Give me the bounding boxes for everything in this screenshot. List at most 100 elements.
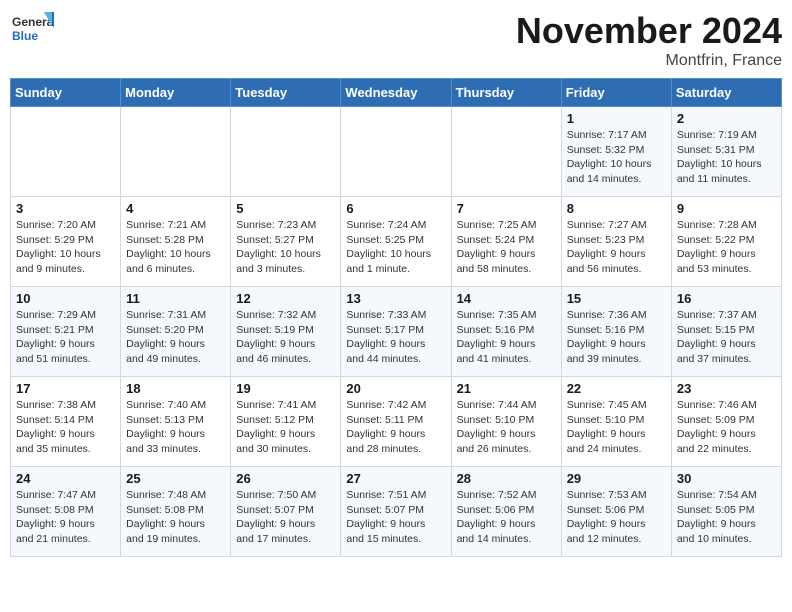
week-row-5: 24 Sunrise: 7:47 AM Sunset: 5:08 PM Dayli… <box>11 467 782 557</box>
calendar-cell: 2 Sunrise: 7:19 AM Sunset: 5:31 PM Daylig… <box>671 107 781 197</box>
calendar-cell: 25 Sunrise: 7:48 AM Sunset: 5:08 PM Dayli… <box>121 467 231 557</box>
day-number: 3 <box>16 201 115 216</box>
day-number: 6 <box>346 201 445 216</box>
calendar-cell: 18 Sunrise: 7:40 AM Sunset: 5:13 PM Dayli… <box>121 377 231 467</box>
day-number: 19 <box>236 381 335 396</box>
calendar-cell: 14 Sunrise: 7:35 AM Sunset: 5:16 PM Dayli… <box>451 287 561 377</box>
calendar-cell: 5Sunrise: 7:23 AM Sunset: 5:27 PM Daylig… <box>231 197 341 287</box>
day-number: 18 <box>126 381 225 396</box>
weekday-header-row: SundayMondayTuesdayWednesdayThursdayFrid… <box>11 79 782 107</box>
day-info: Sunrise: 7:41 AM Sunset: 5:12 PM Dayligh… <box>236 398 335 457</box>
day-number: 10 <box>16 291 115 306</box>
day-number: 25 <box>126 471 225 486</box>
svg-text:Blue: Blue <box>12 29 38 43</box>
day-info: Sunrise: 7:48 AM Sunset: 5:08 PM Dayligh… <box>126 488 225 547</box>
day-info: Sunrise: 7:50 AM Sunset: 5:07 PM Dayligh… <box>236 488 335 547</box>
day-info: Sunrise: 7:37 AM Sunset: 5:15 PM Dayligh… <box>677 308 776 367</box>
day-info: Sunrise: 7:51 AM Sunset: 5:07 PM Dayligh… <box>346 488 445 547</box>
day-number: 30 <box>677 471 776 486</box>
weekday-header-tuesday: Tuesday <box>231 79 341 107</box>
weekday-header-monday: Monday <box>121 79 231 107</box>
day-number: 28 <box>457 471 556 486</box>
day-info: Sunrise: 7:35 AM Sunset: 5:16 PM Dayligh… <box>457 308 556 367</box>
calendar-cell <box>451 107 561 197</box>
month-title: November 2024 <box>516 10 782 52</box>
day-number: 21 <box>457 381 556 396</box>
day-number: 14 <box>457 291 556 306</box>
calendar-cell: 15 Sunrise: 7:36 AM Sunset: 5:16 PM Dayli… <box>561 287 671 377</box>
day-number: 4 <box>126 201 225 216</box>
day-info: Sunrise: 7:45 AM Sunset: 5:10 PM Dayligh… <box>567 398 666 457</box>
day-info: Sunrise: 7:21 AM Sunset: 5:28 PM Dayligh… <box>126 218 225 277</box>
calendar-cell: 30 Sunrise: 7:54 AM Sunset: 5:05 PM Dayli… <box>671 467 781 557</box>
weekday-header-friday: Friday <box>561 79 671 107</box>
weekday-header-sunday: Sunday <box>11 79 121 107</box>
weekday-header-saturday: Saturday <box>671 79 781 107</box>
week-row-3: 10 Sunrise: 7:29 AM Sunset: 5:21 PM Dayli… <box>11 287 782 377</box>
calendar-cell: 24 Sunrise: 7:47 AM Sunset: 5:08 PM Dayli… <box>11 467 121 557</box>
day-number: 27 <box>346 471 445 486</box>
day-number: 13 <box>346 291 445 306</box>
day-info: Sunrise: 7:17 AM Sunset: 5:32 PM Dayligh… <box>567 128 666 187</box>
day-info: Sunrise: 7:36 AM Sunset: 5:16 PM Dayligh… <box>567 308 666 367</box>
calendar-cell: 22 Sunrise: 7:45 AM Sunset: 5:10 PM Dayli… <box>561 377 671 467</box>
day-info: Sunrise: 7:25 AM Sunset: 5:24 PM Dayligh… <box>457 218 556 277</box>
calendar-cell: 27 Sunrise: 7:51 AM Sunset: 5:07 PM Dayli… <box>341 467 451 557</box>
day-info: Sunrise: 7:31 AM Sunset: 5:20 PM Dayligh… <box>126 308 225 367</box>
calendar-table: SundayMondayTuesdayWednesdayThursdayFrid… <box>10 78 782 557</box>
day-number: 16 <box>677 291 776 306</box>
day-number: 24 <box>16 471 115 486</box>
calendar-cell: 19 Sunrise: 7:41 AM Sunset: 5:12 PM Dayli… <box>231 377 341 467</box>
day-info: Sunrise: 7:19 AM Sunset: 5:31 PM Dayligh… <box>677 128 776 187</box>
day-info: Sunrise: 7:52 AM Sunset: 5:06 PM Dayligh… <box>457 488 556 547</box>
calendar-cell: 20Sunrise: 7:42 AM Sunset: 5:11 PM Dayli… <box>341 377 451 467</box>
calendar-cell <box>341 107 451 197</box>
calendar-cell: 11Sunrise: 7:31 AM Sunset: 5:20 PM Dayli… <box>121 287 231 377</box>
title-area: November 2024 Montfrin, France <box>516 10 782 70</box>
calendar-cell: 28 Sunrise: 7:52 AM Sunset: 5:06 PM Dayli… <box>451 467 561 557</box>
day-info: Sunrise: 7:29 AM Sunset: 5:21 PM Dayligh… <box>16 308 115 367</box>
day-number: 8 <box>567 201 666 216</box>
day-number: 29 <box>567 471 666 486</box>
calendar-cell: 16 Sunrise: 7:37 AM Sunset: 5:15 PM Dayli… <box>671 287 781 377</box>
day-info: Sunrise: 7:33 AM Sunset: 5:17 PM Dayligh… <box>346 308 445 367</box>
day-number: 7 <box>457 201 556 216</box>
day-number: 15 <box>567 291 666 306</box>
calendar-cell: 8 Sunrise: 7:27 AM Sunset: 5:23 PM Daylig… <box>561 197 671 287</box>
day-number: 17 <box>16 381 115 396</box>
day-info: Sunrise: 7:27 AM Sunset: 5:23 PM Dayligh… <box>567 218 666 277</box>
week-row-2: 3 Sunrise: 7:20 AM Sunset: 5:29 PM Daylig… <box>11 197 782 287</box>
day-number: 2 <box>677 111 776 126</box>
day-info: Sunrise: 7:47 AM Sunset: 5:08 PM Dayligh… <box>16 488 115 547</box>
calendar-cell: 3 Sunrise: 7:20 AM Sunset: 5:29 PM Daylig… <box>11 197 121 287</box>
logo: General Blue <box>10 10 54 54</box>
day-info: Sunrise: 7:20 AM Sunset: 5:29 PM Dayligh… <box>16 218 115 277</box>
calendar-cell: 21 Sunrise: 7:44 AM Sunset: 5:10 PM Dayli… <box>451 377 561 467</box>
day-number: 20 <box>346 381 445 396</box>
calendar-cell: 9 Sunrise: 7:28 AM Sunset: 5:22 PM Daylig… <box>671 197 781 287</box>
calendar-cell <box>11 107 121 197</box>
calendar-cell <box>121 107 231 197</box>
calendar-cell: 10 Sunrise: 7:29 AM Sunset: 5:21 PM Dayli… <box>11 287 121 377</box>
day-info: Sunrise: 7:46 AM Sunset: 5:09 PM Dayligh… <box>677 398 776 457</box>
calendar-cell: 7 Sunrise: 7:25 AM Sunset: 5:24 PM Daylig… <box>451 197 561 287</box>
calendar-cell <box>231 107 341 197</box>
calendar-cell: 29Sunrise: 7:53 AM Sunset: 5:06 PM Dayli… <box>561 467 671 557</box>
calendar-cell: 4 Sunrise: 7:21 AM Sunset: 5:28 PM Daylig… <box>121 197 231 287</box>
day-info: Sunrise: 7:24 AM Sunset: 5:25 PM Dayligh… <box>346 218 445 277</box>
day-info: Sunrise: 7:54 AM Sunset: 5:05 PM Dayligh… <box>677 488 776 547</box>
day-info: Sunrise: 7:38 AM Sunset: 5:14 PM Dayligh… <box>16 398 115 457</box>
calendar-cell: 6 Sunrise: 7:24 AM Sunset: 5:25 PM Daylig… <box>341 197 451 287</box>
weekday-header-wednesday: Wednesday <box>341 79 451 107</box>
calendar-cell: 12Sunrise: 7:32 AM Sunset: 5:19 PM Dayli… <box>231 287 341 377</box>
logo-icon: General Blue <box>10 10 54 54</box>
location: Montfrin, France <box>516 52 782 70</box>
week-row-1: 1Sunrise: 7:17 AM Sunset: 5:32 PM Daylig… <box>11 107 782 197</box>
day-info: Sunrise: 7:44 AM Sunset: 5:10 PM Dayligh… <box>457 398 556 457</box>
day-number: 22 <box>567 381 666 396</box>
day-info: Sunrise: 7:28 AM Sunset: 5:22 PM Dayligh… <box>677 218 776 277</box>
day-number: 23 <box>677 381 776 396</box>
day-info: Sunrise: 7:40 AM Sunset: 5:13 PM Dayligh… <box>126 398 225 457</box>
day-number: 9 <box>677 201 776 216</box>
day-number: 26 <box>236 471 335 486</box>
